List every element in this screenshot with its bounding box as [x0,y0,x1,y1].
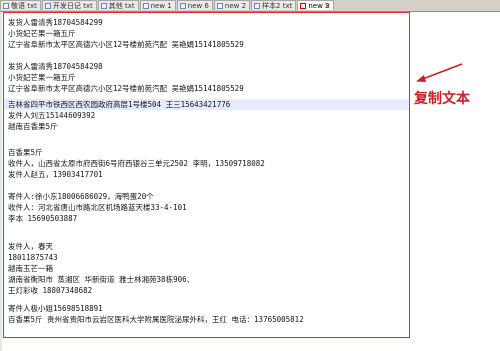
file-icon [179,3,186,9]
copy-text-annotation: 复制文本 [414,91,470,107]
editor-gutter [0,12,2,351]
editor-line: 湖南省衡阳市 蒸湘区 华新街道 雅士林湘苑38栋906、 [8,275,195,284]
tab-label: 敬语 txt [11,2,37,10]
editor-line: 小货妃芒果一箱五斤 [8,73,76,82]
tab-bar: 敬语 txt 开发日记 txt 其他 txt new 1 new 6 new 2 样本2 t… [0,0,500,12]
tab-label: new 2 [224,2,247,10]
editor-line: 发件人赵五，13903417701 [8,170,103,179]
editor-line: 李本 15690503887 [8,214,78,223]
tab-file-7[interactable]: 样本2 txt [251,0,297,10]
tab-label: new 6 [187,2,209,10]
tab-label: 开发日记 txt [52,2,93,10]
tab-label: new 1 [150,2,172,10]
editor-line: 小货妃芒果一箱五斤 [8,29,76,38]
editor-line: 发件人刘五15144609392 [8,111,96,120]
tab-file-active[interactable]: new 3 × [297,0,334,11]
arrow-icon [416,63,463,82]
file-icon [100,3,107,9]
close-tab-icon[interactable]: × [325,1,331,11]
tab-file-2[interactable]: 开发日记 txt [41,0,97,10]
tab-file-6[interactable]: new 2 [213,0,251,10]
editor-line: 收件人，山西省太原市府西街6号府西银谷三单元2502 李明，1350971808… [8,159,265,168]
editor-line: 18011875743 [8,253,58,262]
tab-file-3[interactable]: 其他 txt [97,0,139,10]
file-icon [44,3,51,9]
editor-line: 越南玉芒一箱 [8,264,53,273]
tab-label: 其他 txt [108,2,135,10]
editor-line: 发件人，春天 [8,242,53,251]
file-icon [300,3,307,9]
file-icon [142,3,149,9]
tab-file-1[interactable]: 敬语 txt [0,0,41,10]
editor-line: 发货人雷清秀18704584298 [8,62,103,71]
text-editor[interactable]: 发货人雷清秀18704584299 小货妃芒果一箱五斤 辽宁省阜新市太平区高德六小区… [3,12,410,338]
editor-line: 王灯彩收 18807348682 [8,286,93,295]
file-icon [3,3,9,9]
editor-line: 寄件人极小姐15698518891 [8,304,103,313]
editor-line: 百香果5斤 贵州省贵阳市云岩区医科大学附属医院泌尿外科，王红 电话：137650… [8,315,304,324]
tab-file-5[interactable]: new 6 [176,0,213,10]
file-icon [254,3,261,9]
editor-line: 辽宁省阜新市太平区高德六小区12号楼前苑汽配 吴艳娟15141805529 [8,40,244,49]
file-icon [216,3,223,9]
editor-line: 收件人：河北省唐山市路北区机场路蓝天楼33-4-101 [8,203,187,212]
editor-line: 辽宁省阜新市太平区高德六小区12号楼前苑汽配 吴艳娟15141805529 [8,84,244,93]
tab-label: 样本2 txt [262,2,293,10]
editor-line: 吉林省四平市铁西区西农园政府高层1号楼504 王三15643421776 [8,100,231,109]
editor-line: 百香果5斤 [8,148,43,157]
tab-file-4[interactable]: new 1 [139,0,176,10]
editor-line: 寄件人:徐小东18006686029，海鸭蛋20个 [8,192,154,201]
editor-line: 发货人雷清秀18704584299 [8,18,103,27]
editor-line: 越南百香果5斤 [8,122,58,131]
